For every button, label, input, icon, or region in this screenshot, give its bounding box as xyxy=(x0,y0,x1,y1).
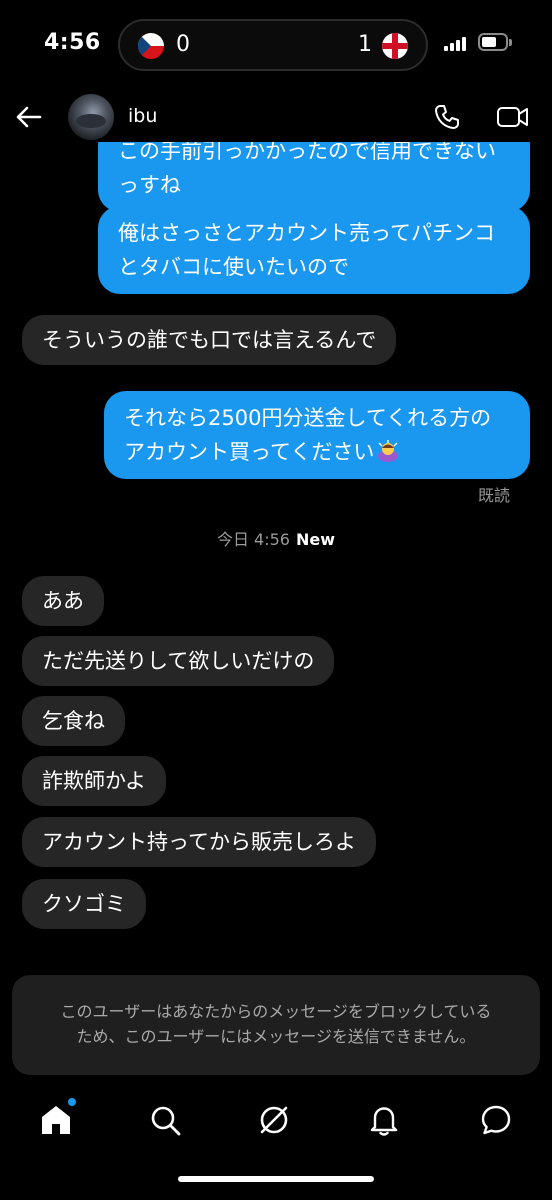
message-text: そういうの誰でも口では言えるんで xyxy=(42,328,377,352)
message-bubble-incoming[interactable]: 乞食ね xyxy=(22,696,125,746)
message-text: アカウント買ってください xyxy=(124,440,375,464)
message-text: っすね xyxy=(118,173,181,197)
explore-icon[interactable] xyxy=(256,1102,292,1138)
message-bubble-incoming[interactable]: ただ先送りして欲しいだけの xyxy=(22,636,335,686)
status-time: 4:56 xyxy=(44,30,101,55)
messages-icon[interactable] xyxy=(478,1102,514,1138)
score-left: 0 xyxy=(176,32,190,57)
score-right: 1 xyxy=(358,32,372,57)
blocked-notice-line: ため、このユーザーにはメッセージを送信できません。 xyxy=(76,1027,476,1046)
message-text: とタバコに使いたいので xyxy=(118,255,349,279)
message-bubble-incoming[interactable]: クソゴミ xyxy=(22,879,146,929)
message-text: それなら2500円分送金してくれる方の xyxy=(124,406,492,430)
bowing-person-emoji-icon xyxy=(376,439,400,463)
cellular-signal-icon xyxy=(444,37,470,51)
message-text: 詐欺師かよ xyxy=(42,769,146,793)
avatar[interactable] xyxy=(68,94,114,140)
blocked-notice-line: このユーザーはあなたからのメッセージをブロックしている xyxy=(60,1002,492,1021)
message-text: クソゴミ xyxy=(42,892,126,916)
czech-flag-icon xyxy=(138,33,164,59)
date-divider: 今日 4:56 New xyxy=(0,526,552,550)
home-indicator xyxy=(178,1176,374,1182)
message-text: ただ先送りして欲しいだけの xyxy=(42,649,315,673)
message-bubble-incoming[interactable]: 詐欺師かよ xyxy=(22,756,166,806)
message-bubble-outgoing[interactable]: 俺はさっさとアカウント売ってパチンコ とタバコに使いたいので xyxy=(98,206,530,294)
live-score-pill[interactable]: 0 1 xyxy=(118,19,428,71)
message-text: 乞食ね xyxy=(42,709,105,733)
video-call-icon[interactable] xyxy=(496,102,530,132)
status-bar: 4:56 0 1 xyxy=(0,0,552,92)
message-list[interactable]: この手前引っかかったので信用できない っすね 俺はさっさとアカウント売ってパチン… xyxy=(0,142,552,962)
message-bubble-outgoing[interactable]: この手前引っかかったので信用できない っすね xyxy=(98,142,530,212)
read-receipt: 既読 xyxy=(477,486,510,505)
message-text: 俺はさっさとアカウント売ってパチンコ xyxy=(118,221,495,245)
message-text: アカウント持ってから販売しろよ xyxy=(42,830,356,854)
england-flag-icon xyxy=(382,33,408,59)
phone-call-icon[interactable] xyxy=(432,102,462,132)
message-bubble-incoming[interactable]: そういうの誰でも口では言えるんで xyxy=(22,315,397,365)
chat-header: ibu xyxy=(0,92,552,142)
notification-dot xyxy=(68,1098,76,1106)
blocked-notice: このユーザーはあなたからのメッセージをブロックしている ため、このユーザーにはメ… xyxy=(12,975,540,1075)
message-bubble-incoming[interactable]: アカウント持ってから販売しろよ xyxy=(22,817,376,867)
message-text: ああ xyxy=(42,589,84,613)
message-text: この手前引っかかったので信用できない xyxy=(118,142,496,163)
new-label: New xyxy=(296,530,336,549)
home-icon[interactable] xyxy=(38,1098,76,1138)
battery-icon xyxy=(478,33,512,51)
bottom-nav xyxy=(0,1090,552,1150)
chat-username[interactable]: ibu xyxy=(128,105,157,127)
notifications-icon[interactable] xyxy=(366,1102,402,1138)
divider-time: 今日 4:56 xyxy=(216,530,290,549)
search-icon[interactable] xyxy=(147,1102,183,1138)
back-arrow-icon[interactable] xyxy=(14,102,44,132)
message-bubble-outgoing[interactable]: それなら2500円分送金してくれる方の アカウント買ってください xyxy=(104,391,530,479)
message-bubble-incoming[interactable]: ああ xyxy=(22,576,104,626)
